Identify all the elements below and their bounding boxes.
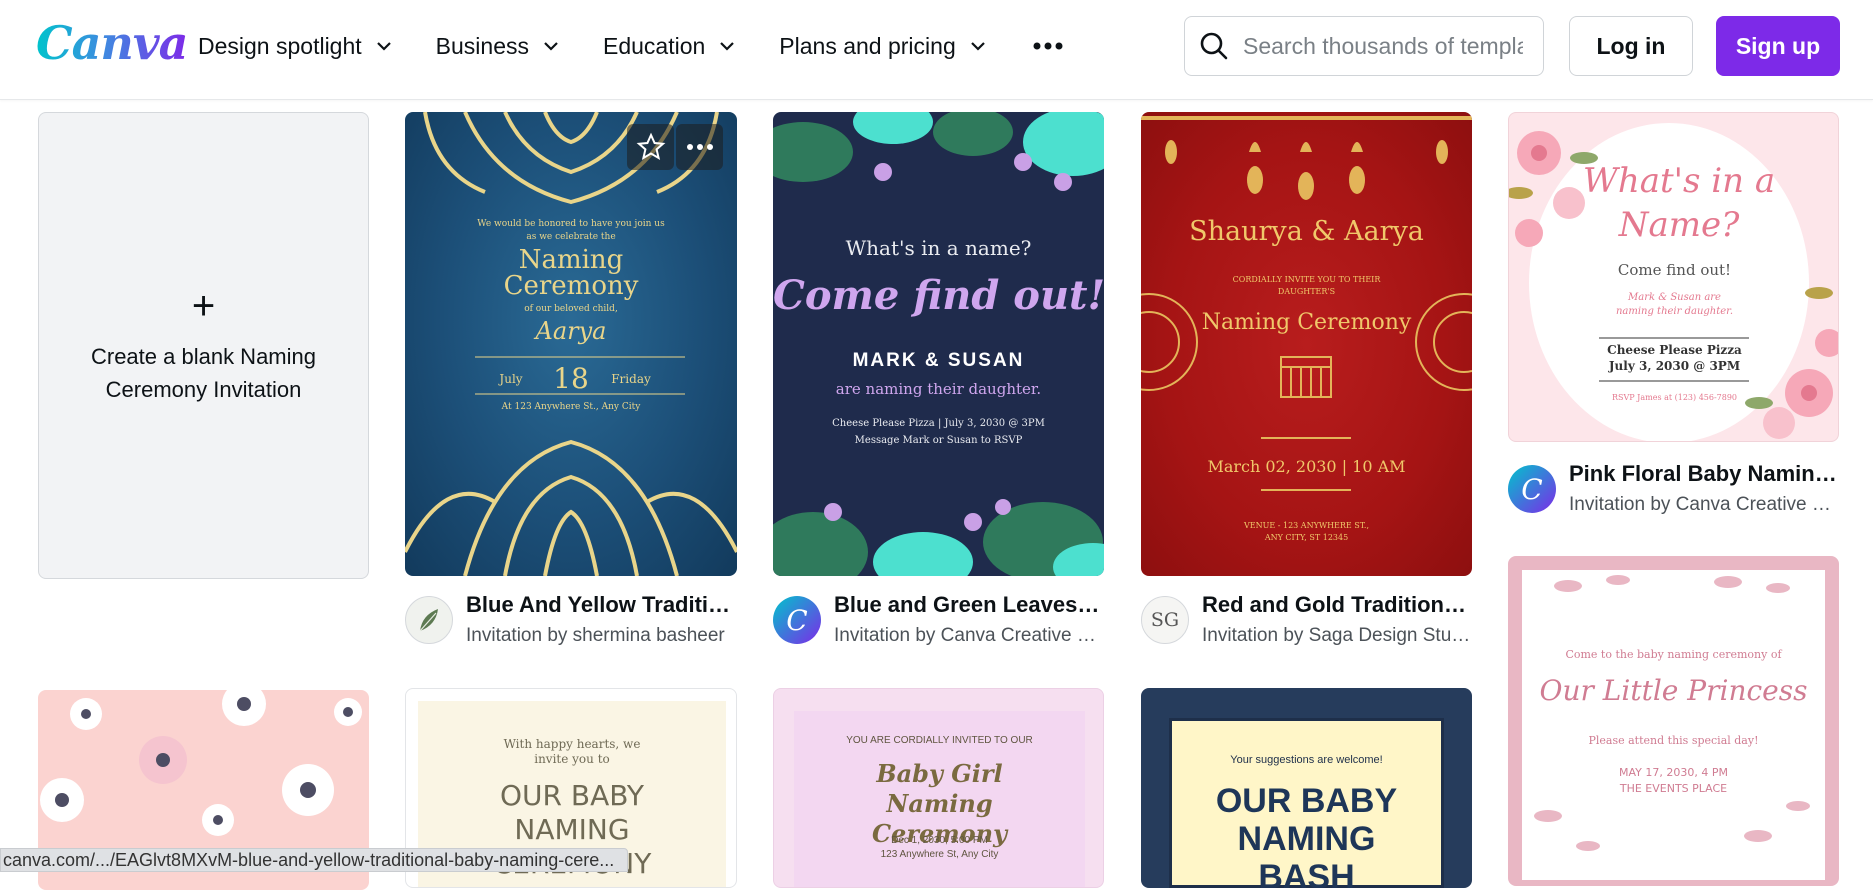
create-blank-label: Create a blank Naming Ceremony Invitatio… [90, 343, 316, 402]
star-favorite-button[interactable] [627, 124, 674, 170]
art-line1: Your suggestions are welcome! [1230, 754, 1383, 766]
art-venue: VENUE - 123 ANYWHERE ST., ANY CITY, ST 1… [1243, 521, 1370, 542]
nav-label: Design spotlight [198, 32, 362, 59]
template-thumbnail[interactable]: What's in a Name? Come find out! Mark & … [1508, 112, 1839, 442]
star-icon [636, 132, 665, 161]
template-byline[interactable]: Invitation by Saga Design Studio [1202, 625, 1472, 647]
template-meta: C Pink Floral Baby Naming Invitation Inv… [1508, 461, 1839, 521]
nav-label: Education [602, 32, 706, 59]
art-line6: Message Mark or Susan to RSVP [854, 435, 1023, 446]
chevron-down-icon [970, 42, 985, 51]
more-options-icon[interactable] [1032, 41, 1064, 51]
nav-label: Business [435, 32, 529, 59]
create-blank-card[interactable]: + Create a blank Naming Ceremony Invitat… [38, 112, 369, 579]
art-line2: Our Little Princess [1539, 674, 1808, 707]
art-heading: Naming Ceremony [503, 245, 639, 301]
leaf-border-decoration [1534, 575, 1810, 851]
art-line4: Cheese Please Pizza [1607, 343, 1742, 357]
template-title[interactable]: Red and Gold Traditional Naming Ceremony… [1202, 592, 1472, 618]
creator-avatar[interactable]: SG [1141, 596, 1189, 644]
template-title[interactable]: Blue And Yellow Traditional Baby Naming … [466, 592, 736, 618]
art-line4: 123 Anywhere St, Any City [880, 849, 999, 860]
creator-initials: SG [1150, 609, 1180, 631]
art-invite: CORDIALLY INVITE YOU TO THEIR DAUGHTER'S [1232, 275, 1381, 296]
art-line2: Come find out! [773, 272, 1104, 319]
search-input[interactable] [1243, 32, 1523, 60]
chevron-down-icon [720, 42, 735, 51]
art-line1: Come to the baby naming ceremony of [1565, 648, 1782, 661]
top-navigation-bar: Canva Design spotlight Business Educatio… [0, 0, 1873, 100]
art-line3: MARK & SUSAN [852, 350, 1025, 371]
nav-plans-and-pricing[interactable]: Plans and pricing [779, 33, 987, 60]
art-line3: Mark & Susan are naming their daughter. [1615, 292, 1734, 317]
art-address: At 123 Anywhere St., Any City [501, 402, 641, 412]
template-thumbnail[interactable]: We would be honored to have you join us … [405, 112, 737, 576]
art-names: Shaurya & Aarya [1189, 216, 1424, 247]
art-line4: MAY 17, 2030, 4 PM [1619, 766, 1728, 779]
gold-ornament-decoration [1141, 116, 1472, 491]
art-name: Aarya [535, 317, 607, 345]
template-byline[interactable]: Invitation by Canva Creative Studio [1569, 494, 1839, 516]
thumbnail-actions [627, 124, 724, 170]
leaves-decoration [773, 112, 1104, 576]
link-preview-statusbar: canva.com/.../EAGlvt8MXvM-blue-and-yello… [0, 848, 628, 872]
art-heading: Naming Ceremony [1201, 310, 1412, 335]
nav-design-spotlight[interactable]: Design spotlight [198, 33, 394, 60]
creator-avatar[interactable] [405, 596, 453, 644]
canva-avatar-icon: C [1521, 472, 1543, 506]
template-thumbnail[interactable]: Come to the baby naming ceremony of Our … [1508, 556, 1839, 886]
template-title[interactable]: Pink Floral Baby Naming Invitation [1569, 461, 1839, 487]
art-line4: are naming their daughter. [835, 380, 1042, 398]
template-title[interactable]: Blue and Green Leaves Baby Naming Invita… [834, 592, 1104, 618]
nav-label: Plans and pricing [779, 32, 956, 59]
chevron-down-icon [376, 42, 391, 51]
art-day: 18 [553, 362, 589, 395]
art-month: July [499, 372, 523, 386]
art-line3: Please attend this special day! [1588, 734, 1759, 747]
main-nav: Design spotlight Business Education Plan… [198, 0, 1064, 92]
nav-business[interactable]: Business [436, 33, 561, 60]
art-line1: What's in a Name? [1582, 161, 1776, 245]
canva-avatar-icon: C [786, 603, 808, 637]
template-meta: SG Red and Gold Traditional Naming Cerem… [1141, 592, 1472, 652]
art-line1: What's in a name? [845, 236, 1032, 260]
template-meta: C Blue and Green Leaves Baby Naming Invi… [773, 592, 1104, 652]
template-thumbnail[interactable]: Your suggestions are welcome! OUR BABY N… [1141, 688, 1472, 888]
art-line3: Dec 1, 2030, 5:00 PM [891, 835, 988, 846]
chevron-down-icon [544, 42, 558, 51]
template-thumbnail[interactable]: What's in a name? Come find out! MARK & … [773, 112, 1104, 576]
art-line1: With happy hearts, we invite you to [503, 737, 641, 766]
creator-avatar[interactable]: C [773, 596, 821, 644]
sign-up-button[interactable]: Sign up [1716, 16, 1840, 76]
art-line5: THE EVENTS PLACE [1619, 782, 1728, 795]
template-byline[interactable]: Invitation by Canva Creative Studio [834, 625, 1104, 647]
art-of: of our beloved child, [524, 304, 618, 314]
more-options-icon [686, 144, 713, 150]
log-in-button[interactable]: Log in [1569, 16, 1693, 76]
art-intro: We would be honored to have you join us … [477, 219, 665, 242]
template-byline[interactable]: Invitation by shermina basheer [466, 625, 736, 647]
art-date: March 02, 2030 | 10 AM [1207, 457, 1406, 476]
more-actions-button[interactable] [676, 124, 723, 170]
art-line5: July 3, 2030 @ 3PM [1608, 359, 1741, 373]
art-line5: Cheese Please Pizza | July 3, 2030 @ 3PM [832, 418, 1045, 429]
nav-education[interactable]: Education [603, 33, 737, 60]
art-line2: Come find out! [1617, 261, 1732, 279]
search-icon [1200, 32, 1228, 60]
art-line6: RSVP James at (123) 456-7890 [1611, 393, 1738, 402]
canva-logo[interactable]: Canva [36, 16, 188, 70]
leaf-avatar-icon [419, 609, 438, 632]
art-line2: OUR BABY NAMING BASH [1215, 782, 1398, 888]
art-line1: YOU ARE CORDIALLY INVITED TO OUR [846, 735, 1033, 746]
art-weekday: Friday [611, 372, 651, 386]
creator-avatar[interactable]: C [1508, 465, 1556, 513]
search-box[interactable] [1184, 16, 1544, 76]
template-thumbnail[interactable]: Shaurya & Aarya CORDIALLY INVITE YOU TO … [1141, 112, 1472, 576]
template-meta: Blue And Yellow Traditional Baby Naming … [405, 592, 737, 652]
plus-icon: + [191, 283, 216, 328]
template-thumbnail[interactable]: YOU ARE CORDIALLY INVITED TO OUR Baby Gi… [773, 688, 1104, 888]
